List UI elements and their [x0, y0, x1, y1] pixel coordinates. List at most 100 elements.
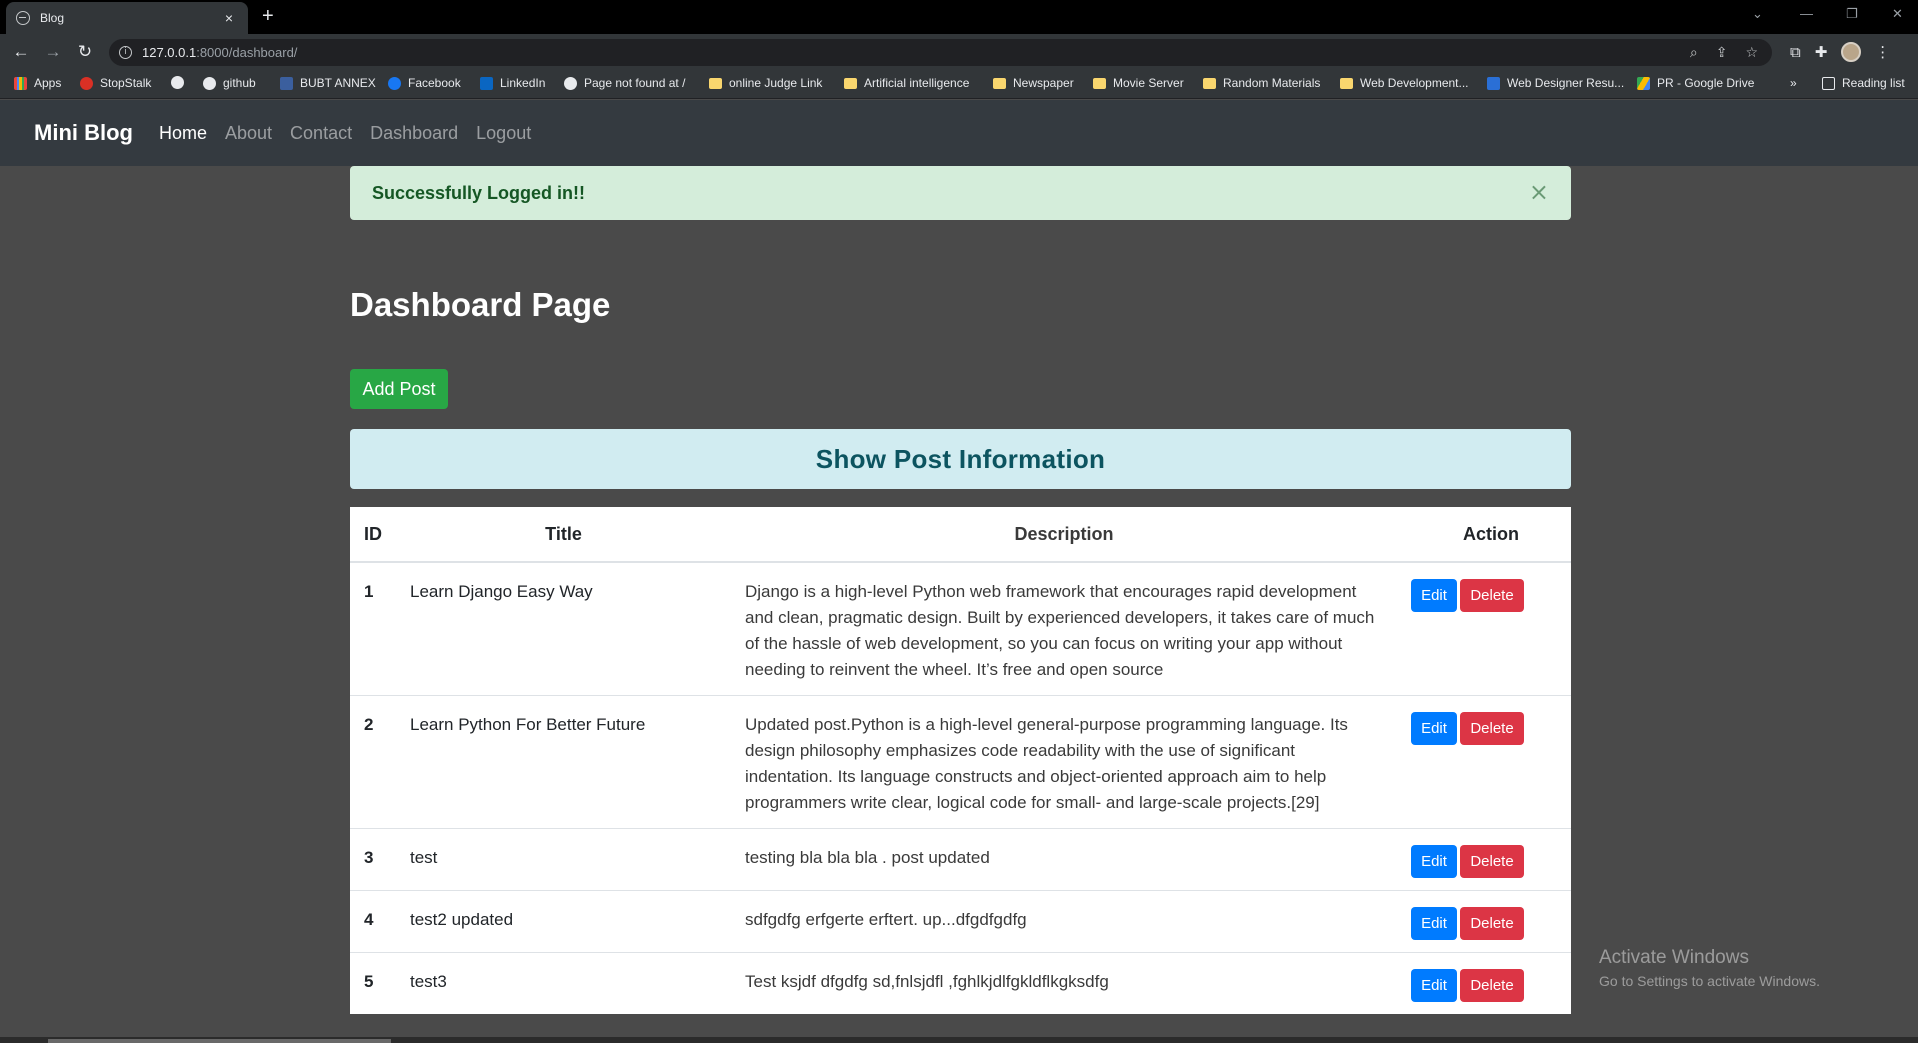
- post-id: 3: [350, 828, 396, 891]
- apps-grid-icon: [14, 76, 27, 90]
- share-icon[interactable]: ⇪: [1716, 44, 1728, 61]
- tab-search-icon[interactable]: ⌄: [1752, 6, 1763, 22]
- folder-icon: [844, 77, 857, 89]
- bookmark-page-not-found[interactable]: Page not found at /: [564, 76, 685, 90]
- alert-close-icon[interactable]: ×: [1529, 178, 1549, 206]
- post-title: test: [396, 828, 731, 891]
- edit-button[interactable]: Edit: [1411, 712, 1457, 745]
- address-bar[interactable]: i 127.0.0.1:8000/dashboard/ ⌕ ⇪ ☆: [109, 39, 1772, 66]
- new-tab-button[interactable]: +: [262, 5, 274, 27]
- bookmark-globe[interactable]: [171, 76, 191, 89]
- tab-title: Blog: [40, 11, 65, 25]
- more-bookmarks-icon[interactable]: »: [1790, 76, 1797, 90]
- profile-avatar[interactable]: [1841, 42, 1862, 62]
- main-container: Successfully Logged in!! × Dashboard Pag…: [350, 166, 1571, 1014]
- delete-button[interactable]: Delete: [1460, 579, 1524, 612]
- tab-close-icon[interactable]: ×: [220, 10, 238, 26]
- bookmark-apps[interactable]: Apps: [14, 76, 61, 90]
- bookmark-facebook[interactable]: Facebook: [388, 76, 461, 90]
- bookmark-web-designer[interactable]: Web Designer Resu...: [1487, 76, 1624, 90]
- star-icon[interactable]: ☆: [1745, 44, 1758, 61]
- reading-list-icon: [1822, 76, 1835, 90]
- header-action: Action: [1411, 507, 1571, 563]
- back-icon[interactable]: ←: [10, 42, 32, 62]
- nav-about[interactable]: About: [225, 123, 272, 144]
- browser-tab[interactable]: Blog ×: [6, 2, 248, 34]
- post-description: Updated post.Python is a high-level gene…: [731, 695, 1411, 829]
- folder-icon: [993, 77, 1006, 89]
- folder-icon: [1203, 77, 1216, 89]
- brand-logo[interactable]: Mini Blog: [34, 120, 133, 146]
- google-drive-icon: [1637, 76, 1650, 90]
- edit-button[interactable]: Edit: [1411, 845, 1457, 878]
- bookmark-bubt-annex[interactable]: BUBT ANNEX: [280, 76, 376, 90]
- watermark-line-1: Activate Windows: [1599, 947, 1749, 968]
- folder-icon: [1340, 77, 1353, 89]
- globe-icon: [171, 76, 184, 89]
- bookmark-online-judge[interactable]: online Judge Link: [709, 76, 822, 90]
- post-actions: Edit Delete: [1411, 890, 1571, 953]
- delete-button[interactable]: Delete: [1460, 907, 1524, 940]
- nav-home[interactable]: Home: [159, 123, 207, 144]
- table-row: 1 Learn Django Easy Way Django is a high…: [350, 561, 1571, 696]
- header-title: Title: [396, 507, 731, 563]
- bookmark-artificial-intelligence[interactable]: Artificial intelligence: [844, 76, 969, 90]
- minimize-icon[interactable]: —: [1800, 6, 1813, 21]
- bookmark-random-materials[interactable]: Random Materials: [1203, 76, 1320, 90]
- delete-button[interactable]: Delete: [1460, 969, 1524, 1002]
- nav-contact[interactable]: Contact: [290, 123, 352, 144]
- bookmark-google-drive[interactable]: PR - Google Drive: [1637, 76, 1754, 90]
- table-row: 3 test testing bla bla bla . post update…: [350, 828, 1571, 891]
- zoom-icon[interactable]: ⌕: [1690, 44, 1698, 61]
- close-window-icon[interactable]: ✕: [1892, 6, 1903, 22]
- linkedin-icon: [480, 76, 493, 90]
- extension-icon[interactable]: ⧉: [1790, 44, 1801, 61]
- nav-dashboard[interactable]: Dashboard: [370, 123, 458, 144]
- forward-icon[interactable]: →: [42, 42, 64, 62]
- reload-icon[interactable]: ↻: [74, 42, 96, 62]
- nav-logout[interactable]: Logout: [476, 123, 531, 144]
- site-info-icon[interactable]: i: [119, 46, 132, 59]
- post-title: Learn Django Easy Way: [396, 561, 731, 696]
- bookmark-web-development[interactable]: Web Development...: [1340, 76, 1469, 90]
- reading-list-button[interactable]: Reading list: [1822, 76, 1905, 90]
- bookmark-linkedin[interactable]: LinkedIn: [480, 76, 545, 90]
- post-actions: Edit Delete: [1411, 828, 1571, 891]
- post-actions: Edit Delete: [1411, 561, 1571, 696]
- site-navbar: Mini Blog Home About Contact Dashboard L…: [0, 100, 1918, 166]
- restore-icon[interactable]: ❐: [1846, 6, 1858, 22]
- post-description: sdfgdfg erfgerte erftert. up...dfgdfgdfg: [731, 890, 1411, 953]
- edit-button[interactable]: Edit: [1411, 907, 1457, 940]
- folder-icon: [1093, 77, 1106, 89]
- bookmark-newspaper[interactable]: Newspaper: [993, 76, 1074, 90]
- menu-kebab-icon[interactable]: ⋮: [1875, 43, 1890, 61]
- windows-activation-watermark: Activate Windows Go to Settings to activ…: [1599, 947, 1820, 989]
- page-title: Dashboard Page: [350, 286, 611, 323]
- horizontal-scrollbar-thumb[interactable]: [48, 1039, 391, 1043]
- post-title: Learn Python For Better Future: [396, 695, 731, 829]
- delete-button[interactable]: Delete: [1460, 712, 1524, 745]
- post-id: 5: [350, 952, 396, 1014]
- bookmark-stopstalk[interactable]: StopStalk: [80, 76, 151, 90]
- globe-icon: [564, 76, 577, 90]
- header-description: Description: [731, 507, 1411, 563]
- section-heading: Show Post Information: [815, 443, 1106, 474]
- post-actions: Edit Delete: [1411, 695, 1571, 829]
- bookmark-movie-server[interactable]: Movie Server: [1093, 76, 1184, 90]
- table-row: 5 test3 Test ksjdf dfgdfg sd,fnlsjdfl ,f…: [350, 952, 1571, 1014]
- post-id: 2: [350, 695, 396, 829]
- puzzle-icon[interactable]: ✚: [1815, 43, 1828, 61]
- delete-button[interactable]: Delete: [1460, 845, 1524, 878]
- browser-tab-strip: Blog × + ⌄ — ❐ ✕: [0, 0, 1918, 34]
- url-host: 127.0.0.1: [142, 45, 197, 60]
- header-id: ID: [350, 507, 396, 563]
- add-post-button[interactable]: Add Post: [350, 369, 448, 409]
- post-description: Test ksjdf dfgdfg sd,fnlsjdfl ,fghlkjdlf…: [731, 952, 1411, 1014]
- globe-icon: [16, 11, 30, 25]
- edit-button[interactable]: Edit: [1411, 969, 1457, 1002]
- post-id: 4: [350, 890, 396, 953]
- table-header-row: ID Title Description Action: [350, 507, 1571, 563]
- edit-button[interactable]: Edit: [1411, 579, 1457, 612]
- post-description: testing bla bla bla . post updated: [731, 828, 1411, 891]
- bookmark-github[interactable]: github: [203, 76, 256, 90]
